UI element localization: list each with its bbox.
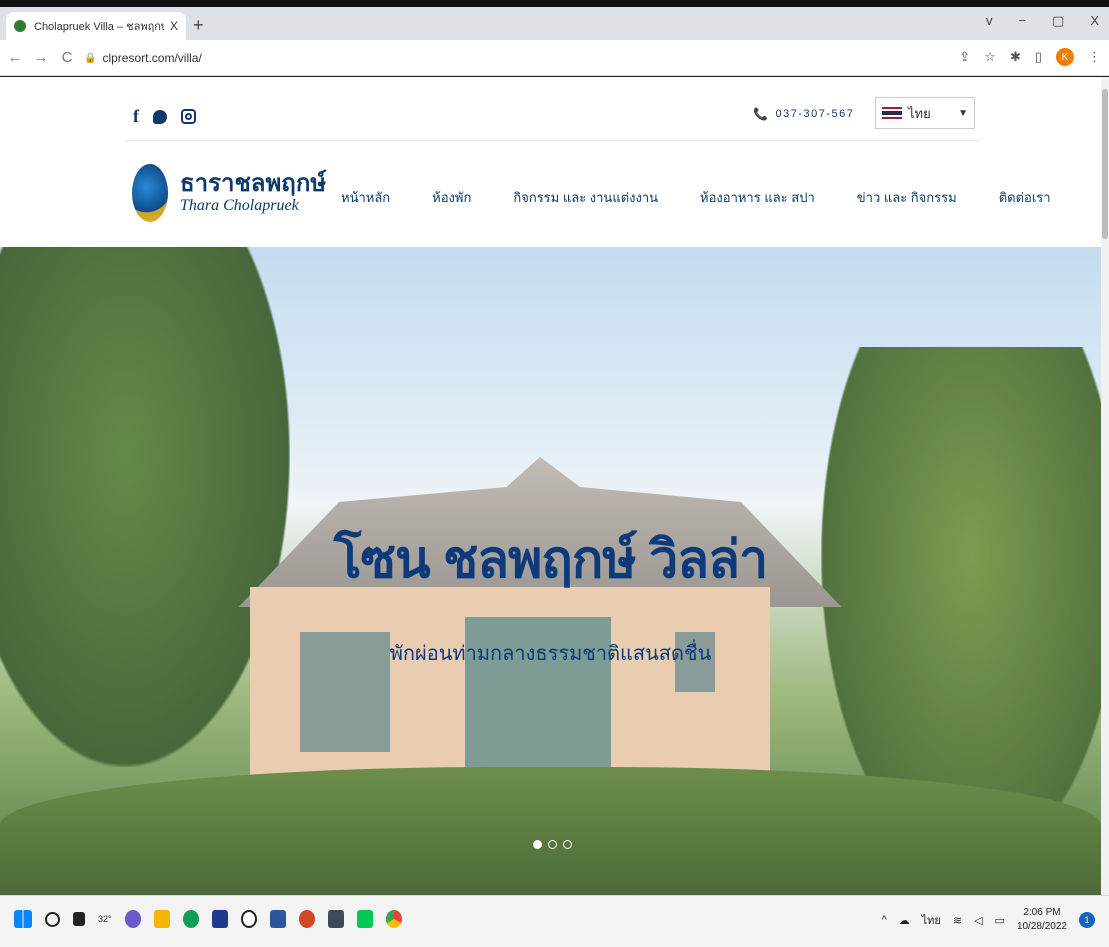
address-bar[interactable]: 🔒 clpresort.com/villa/ bbox=[84, 45, 934, 71]
share-icon[interactable]: ⇪ bbox=[959, 49, 970, 65]
clock-date: 10/28/2022 bbox=[1016, 921, 1067, 932]
store-icon[interactable] bbox=[211, 910, 228, 928]
url-text: clpresort.com/villa/ bbox=[102, 51, 202, 65]
edge-icon[interactable] bbox=[182, 910, 199, 928]
nav-item-news[interactable]: ข่าว และ กิจกรรม bbox=[857, 187, 957, 208]
minimize-button[interactable]: − bbox=[1018, 13, 1026, 29]
weather-widget[interactable]: 32° bbox=[98, 914, 112, 924]
site-logo[interactable]: ธาราชลพฤกษ์ Thara Cholapruek bbox=[132, 164, 326, 222]
side-panel-icon[interactable]: ▯ bbox=[1035, 49, 1042, 65]
main-nav: หน้าหลัก ห้องพัก กิจกรรม และ งานแต่งงาน … bbox=[341, 187, 1051, 208]
site-header: f 📞 037-307-567 ไทย ▼ ธาราชลพฤกษ์ Thara … bbox=[0, 77, 1101, 247]
chrome-icon[interactable] bbox=[385, 910, 402, 928]
system-tray: ^ ☁ ไทย ≋ ◁ ▭ 2:06 PM 10/28/2022 1 bbox=[881, 906, 1095, 934]
tab-title: Cholapruek Villa – ชลพฤกษ์วิลล่า bbox=[34, 21, 164, 33]
browser-tab[interactable]: Cholapruek Villa – ชลพฤกษ์วิลล่า X bbox=[6, 12, 186, 40]
slider-dots bbox=[533, 840, 572, 849]
bookmark-star-icon[interactable]: ☆ bbox=[984, 49, 996, 65]
search-icon[interactable] bbox=[45, 911, 60, 927]
tray-overflow-icon[interactable]: ^ bbox=[881, 914, 886, 926]
social-links: f bbox=[133, 106, 196, 127]
word-icon[interactable] bbox=[269, 910, 286, 928]
nav-item-restaurant-spa[interactable]: ห้องอาหาร และ สปา bbox=[700, 187, 815, 208]
tray-language[interactable]: ไทย bbox=[922, 911, 941, 929]
line-app-icon[interactable] bbox=[356, 910, 373, 928]
tab-search-icon[interactable]: v bbox=[986, 13, 993, 29]
nav-item-contact[interactable]: ติดต่อเรา bbox=[999, 187, 1051, 208]
page-scrollbar[interactable] bbox=[1101, 77, 1109, 895]
tab-close-icon[interactable]: X bbox=[170, 19, 178, 33]
windows-taskbar: 32° ^ ☁ ไทย ≋ ◁ ▭ 2:06 PM 10/28/2022 1 bbox=[0, 895, 1109, 947]
site-favicon-icon bbox=[14, 20, 26, 32]
phone-number: 037-307-567 bbox=[775, 108, 855, 120]
logo-thai: ธาราชลพฤกษ์ bbox=[180, 170, 327, 197]
browser-toolbar: ← → C 🔒 clpresort.com/villa/ ⇪ ☆ ✱ ▯ K ⋮ bbox=[0, 40, 1109, 76]
hero-slider: โซน ชลพฤกษ์ วิลล่า พักผ่อนท่ามกลางธรรมชา… bbox=[0, 247, 1101, 895]
file-explorer-icon[interactable] bbox=[153, 910, 170, 928]
window-controls: v − ▢ X bbox=[986, 13, 1099, 29]
browser-menu-icon[interactable]: ⋮ bbox=[1088, 49, 1101, 65]
hero-title: โซน ชลพฤกษ์ วิลล่า bbox=[333, 531, 768, 589]
onedrive-icon[interactable]: ☁ bbox=[899, 914, 910, 927]
browser-tabstrip: Cholapruek Villa – ชลพฤกษ์วิลล่า X + v −… bbox=[0, 0, 1109, 40]
clock-time: 2:06 PM bbox=[1023, 907, 1061, 918]
calculator-icon[interactable] bbox=[327, 910, 344, 928]
volume-icon[interactable]: ◁ bbox=[974, 914, 982, 927]
taskbar-clock[interactable]: 2:06 PM 10/28/2022 bbox=[1017, 906, 1067, 934]
task-view-icon[interactable] bbox=[73, 912, 85, 926]
taskbar-apps: 32° bbox=[14, 910, 402, 928]
powerpoint-icon[interactable] bbox=[298, 910, 315, 928]
logo-english: Thara Cholapruek bbox=[180, 197, 299, 214]
nav-item-activities-weddings[interactable]: กิจกรรม และ งานแต่งงาน bbox=[513, 187, 658, 208]
scrollbar-thumb[interactable] bbox=[1102, 89, 1108, 239]
dell-icon[interactable] bbox=[240, 910, 257, 928]
dropdown-caret-icon: ▼ bbox=[958, 107, 968, 119]
wifi-icon[interactable]: ≋ bbox=[953, 914, 962, 927]
slider-dot-2[interactable] bbox=[548, 840, 557, 849]
hero-subtitle: พักผ่อนท่ามกลางธรรมชาติแสนสดชื่น bbox=[389, 643, 712, 665]
lock-icon[interactable]: 🔒 bbox=[84, 53, 96, 64]
header-topbar: f 📞 037-307-567 ไทย ▼ bbox=[125, 97, 980, 141]
close-window-button[interactable]: X bbox=[1090, 13, 1099, 29]
windows-start-icon[interactable] bbox=[14, 910, 32, 928]
nav-item-rooms[interactable]: ห้องพัก bbox=[432, 187, 471, 208]
back-arrow-icon[interactable]: ← bbox=[4, 49, 26, 66]
thai-flag-icon bbox=[882, 107, 902, 119]
profile-avatar[interactable]: K bbox=[1056, 48, 1074, 66]
facebook-icon[interactable]: f bbox=[133, 106, 139, 127]
language-select[interactable]: ไทย ▼ bbox=[875, 97, 975, 129]
notification-badge[interactable]: 1 bbox=[1079, 912, 1095, 928]
new-tab-button[interactable]: + bbox=[193, 15, 204, 36]
web-page: f 📞 037-307-567 ไทย ▼ ธาราชลพฤกษ์ Thara … bbox=[0, 77, 1109, 895]
phone-icon: 📞 bbox=[753, 107, 770, 121]
line-icon[interactable] bbox=[153, 109, 167, 124]
restore-button[interactable]: ▢ bbox=[1052, 13, 1064, 29]
slider-dot-1[interactable] bbox=[533, 840, 542, 849]
toolbar-actions: ⇪ ☆ ✱ ▯ K ⋮ bbox=[959, 48, 1101, 66]
logo-emblem-icon bbox=[132, 164, 168, 222]
instagram-icon[interactable] bbox=[181, 109, 196, 124]
logo-text: ธาราชลพฤกษ์ Thara Cholapruek bbox=[180, 172, 326, 214]
extensions-puzzle-icon[interactable]: ✱ bbox=[1010, 49, 1021, 65]
slider-dot-3[interactable] bbox=[563, 840, 572, 849]
language-selected: ไทย bbox=[908, 105, 931, 121]
reload-icon[interactable]: C bbox=[56, 49, 78, 66]
forward-arrow-icon[interactable]: → bbox=[30, 49, 52, 66]
phone-link[interactable]: 📞 037-307-567 bbox=[753, 107, 854, 121]
nav-item-home[interactable]: หน้าหลัก bbox=[341, 187, 390, 208]
chat-icon[interactable] bbox=[124, 910, 141, 928]
battery-icon[interactable]: ▭ bbox=[995, 914, 1005, 927]
